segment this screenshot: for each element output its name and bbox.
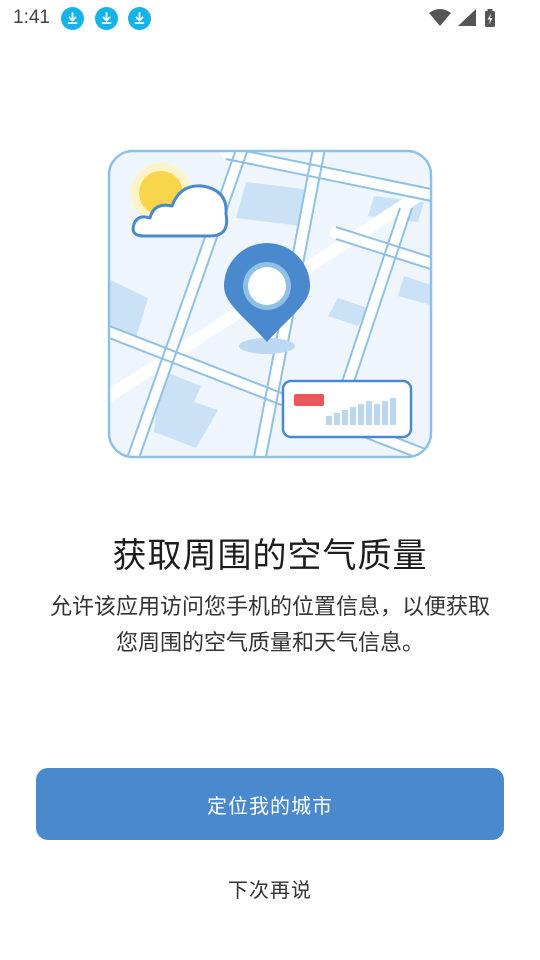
status-bar: 1:41 <box>0 0 540 36</box>
download-icon <box>128 7 151 30</box>
status-time: 1:41 <box>13 7 50 28</box>
download-icon <box>61 7 84 30</box>
permission-description: 允许该应用访问您手机的位置信息，以便获取您周围的空气质量和天气信息。 <box>49 595 490 656</box>
download-icon <box>95 7 118 30</box>
location-map-illustration <box>107 149 433 459</box>
air-quality-card-icon <box>281 379 413 439</box>
page-title: 获取周围的空气质量 <box>112 536 428 576</box>
wifi-icon <box>429 9 451 26</box>
signal-icon <box>458 9 476 26</box>
battery-charging-icon <box>485 9 495 27</box>
system-status-icons <box>429 9 495 27</box>
locate-my-city-button[interactable]: 定位我的城市 <box>36 768 504 840</box>
maybe-later-button[interactable]: 下次再说 <box>0 874 540 903</box>
